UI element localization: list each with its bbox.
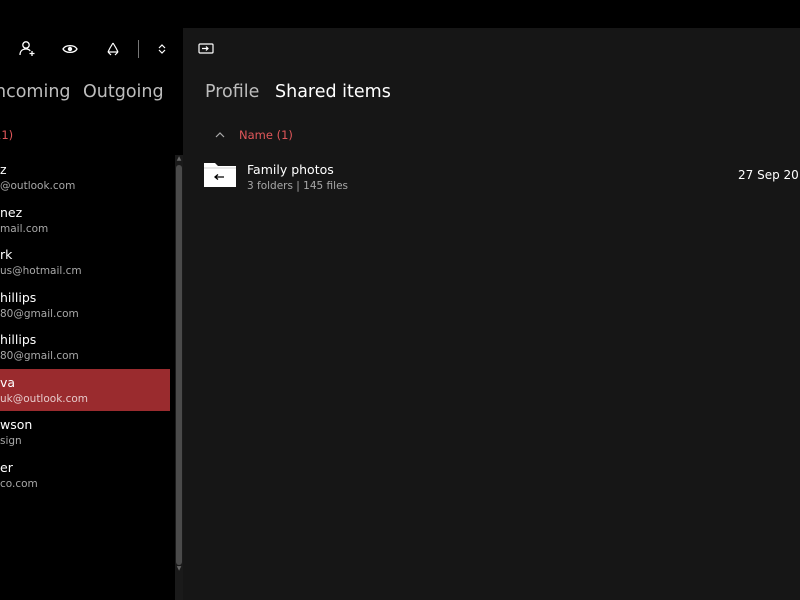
contact-email: us@hotmail.cm bbox=[0, 265, 82, 277]
contact-email: 80@gmail.com bbox=[0, 307, 79, 320]
contact-item[interactable]: rk us@hotmail.cm bbox=[0, 241, 170, 284]
tab-outgoing[interactable]: Outgoing bbox=[83, 82, 164, 102]
contact-name: wson bbox=[0, 417, 33, 432]
contact-email: co.com bbox=[0, 477, 38, 490]
contact-name: z bbox=[0, 162, 7, 177]
scrollbar-thumb[interactable] bbox=[176, 165, 182, 565]
contact-email: uk@outlook.com bbox=[0, 392, 89, 405]
tab-incoming[interactable]: ncoming bbox=[0, 82, 71, 102]
toolbar-divider bbox=[138, 40, 139, 58]
contact-name: er bbox=[0, 459, 13, 475]
contact-email: mail.com bbox=[0, 222, 49, 235]
contacts-panel: ncoming Outgoing 11) z @outlook.com nez … bbox=[0, 0, 183, 600]
shared-item-date: 27 Sep 2017 bbox=[738, 168, 800, 182]
contact-name: va bbox=[0, 374, 16, 390]
contact-email: @outlook.com bbox=[0, 180, 76, 192]
scroll-down-arrow-icon[interactable]: ▼ bbox=[175, 565, 183, 573]
contact-detail-panel: Profile Shared items Name (1) Family pho… bbox=[183, 28, 800, 600]
contact-list: z @outlook.com nez mail.com rk us@hotmai… bbox=[0, 156, 170, 496]
shared-item-row[interactable]: Family photos 3 folders | 145 files 27 S… bbox=[203, 156, 800, 192]
contact-item[interactable]: z @outlook.com bbox=[0, 156, 170, 199]
contact-name: rk bbox=[0, 247, 13, 262]
scroll-up-arrow-icon[interactable]: ▲ bbox=[175, 155, 183, 163]
contact-item[interactable]: hillips 80@gmail.com bbox=[0, 284, 170, 327]
contact-item[interactable]: wson sign bbox=[0, 411, 170, 454]
contact-name: hillips bbox=[0, 289, 37, 305]
tab-shared-items[interactable]: Shared items bbox=[275, 82, 391, 102]
contact-item[interactable]: er co.com bbox=[0, 454, 170, 497]
sort-name-label: Name (1) bbox=[239, 128, 293, 142]
view-icon[interactable] bbox=[59, 38, 81, 60]
contact-item[interactable]: hillips 80@gmail.com bbox=[0, 326, 170, 369]
contact-email: 80@gmail.com bbox=[0, 350, 79, 362]
contacts-count: 11) bbox=[0, 128, 14, 142]
chevron-up-icon bbox=[215, 132, 225, 138]
contact-item[interactable]: nez mail.com bbox=[0, 199, 170, 242]
contact-name: hillips bbox=[0, 332, 37, 347]
contact-email: sign bbox=[0, 435, 22, 447]
tab-profile[interactable]: Profile bbox=[205, 82, 259, 102]
share-icon[interactable] bbox=[102, 38, 124, 60]
add-contact-icon[interactable] bbox=[16, 38, 38, 60]
share-folder-icon[interactable] bbox=[197, 41, 215, 55]
shared-item-name: Family photos bbox=[247, 162, 334, 177]
contact-name: nez bbox=[0, 204, 23, 220]
sort-header[interactable]: Name (1) bbox=[215, 128, 293, 142]
shared-item-info: 3 folders | 145 files bbox=[247, 180, 349, 192]
sort-icon[interactable] bbox=[151, 38, 173, 60]
shared-folder-icon bbox=[203, 160, 237, 188]
contact-item-selected[interactable]: va uk@outlook.com bbox=[0, 368, 170, 411]
